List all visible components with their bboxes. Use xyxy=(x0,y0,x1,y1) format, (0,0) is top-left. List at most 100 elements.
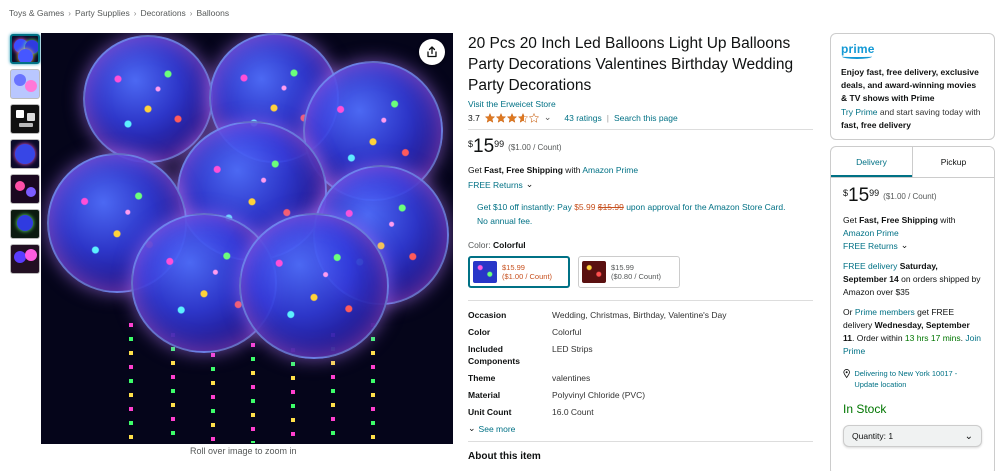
breadcrumb-toys-games[interactable]: Toys & Games xyxy=(9,8,64,18)
spec-value: 16.0 Count xyxy=(552,407,594,417)
breadcrumb-balloons[interactable]: Balloons xyxy=(196,8,229,18)
search-page-link[interactable]: Search this page xyxy=(614,113,678,123)
promo-text: upon approval for the Amazon Store Card. xyxy=(623,202,786,212)
spec-value: LED Strips xyxy=(552,344,593,354)
main-product-image[interactable] xyxy=(41,33,453,444)
store-link[interactable]: Visit the Erweicet Store xyxy=(468,99,813,109)
swatch-unit-price: ($1.00 / Count) xyxy=(502,272,553,281)
product-details: 20 Pcs 20 Inch Led Balloons Light Up Bal… xyxy=(468,33,813,462)
star-empty-icon xyxy=(528,112,539,123)
color-label-text: Color: xyxy=(468,240,494,250)
prime-delivery-text: . Order within xyxy=(852,333,905,343)
store-card-promo[interactable]: Get $10 off instantly: Pay $5.99 $15.99 … xyxy=(477,200,813,228)
free-returns[interactable]: FREE Returns ⌄ xyxy=(468,179,813,190)
spec-key: Occasion xyxy=(468,310,507,320)
promo-old-price: $15.99 xyxy=(597,202,624,212)
price-per-unit: ($1.00 / Count) xyxy=(883,192,937,201)
delivery-location[interactable]: Delivering to New York 10017 - Update lo… xyxy=(843,368,982,390)
thumbnail-2[interactable] xyxy=(10,69,40,99)
zoom-hint: Roll over image to zoom in xyxy=(190,446,297,456)
free-returns-link[interactable]: FREE Returns xyxy=(843,241,898,251)
color-label: Color: Colorful xyxy=(468,240,813,250)
spec-row: Material Polyvinyl Chloride (PVC) xyxy=(468,389,813,401)
tab-delivery[interactable]: Delivery xyxy=(831,147,912,177)
spec-value: Wedding, Christmas, Birthday, Valentine'… xyxy=(552,310,727,320)
try-prime-link[interactable]: Try Prime xyxy=(841,107,878,117)
share-icon xyxy=(427,46,437,58)
amazon-prime-link[interactable]: Amazon Prime xyxy=(843,228,899,238)
spec-row: Color Colorful xyxy=(468,326,813,338)
price-fraction: 99 xyxy=(869,188,880,198)
swatch-price: $15.99 xyxy=(502,263,525,272)
see-more-link[interactable]: See more xyxy=(479,424,516,434)
breadcrumb-separator: › xyxy=(189,8,193,18)
prime-delivery-text: Or xyxy=(843,307,855,317)
breadcrumb-separator: › xyxy=(68,8,71,18)
shipping-prefix: Get xyxy=(468,165,485,175)
free-delivery-link[interactable]: FREE delivery xyxy=(843,261,897,271)
thumbnail-3[interactable] xyxy=(10,104,40,134)
spec-key: Theme xyxy=(468,373,496,383)
rating-row: 3.7 ⌄ 43 ratings | Search this page xyxy=(468,112,813,123)
prime-logo: prime xyxy=(841,42,875,59)
promo-text: No annual fee. xyxy=(477,216,533,226)
breadcrumb: Toys & Games › Party Supplies › Decorati… xyxy=(9,8,229,18)
ratings-count-link[interactable]: 43 ratings xyxy=(564,113,601,123)
shipping-bold: Fast, Free Shipping xyxy=(484,165,563,175)
buy-box: Delivery Pickup $ 15 99 ($1.00 / Count) … xyxy=(830,146,995,471)
right-column: prime Enjoy fast, free delivery, exclusi… xyxy=(830,33,995,471)
star-full-icon xyxy=(484,112,495,123)
order-countdown: 13 hrs 17 mins xyxy=(904,333,961,343)
price-per-unit: ($1.00 / Count) xyxy=(508,143,562,152)
prime-body-text: and start saving today with xyxy=(877,107,981,117)
stock-status: In Stock xyxy=(843,402,887,416)
thumbnail-6[interactable] xyxy=(10,209,40,239)
chevron-down-icon: ⌄ xyxy=(525,179,534,189)
product-specs: Occasion Wedding, Christmas, Birthday, Va… xyxy=(468,300,813,418)
shipping-bold: Fast, Free Shipping xyxy=(859,215,938,225)
about-heading: About this item xyxy=(468,451,541,462)
divider xyxy=(468,441,813,442)
prime-headline: Enjoy fast, free delivery, exclusive dea… xyxy=(841,67,979,103)
delivery-location-text[interactable]: Delivering to New York 10017 - Update lo… xyxy=(854,368,982,390)
free-returns[interactable]: FREE Returns ⌄ xyxy=(843,240,982,251)
swatch-unit-price: ($0.80 / Count) xyxy=(611,272,662,281)
chevron-down-icon[interactable]: ⌄ xyxy=(544,112,552,123)
swatch-image xyxy=(473,261,497,283)
see-more-toggle[interactable]: ⌄ See more xyxy=(468,423,813,434)
separator: | xyxy=(606,112,609,123)
led-string xyxy=(251,343,255,443)
product-title: 20 Pcs 20 Inch Led Balloons Light Up Bal… xyxy=(468,35,794,94)
thumbnail-7[interactable] xyxy=(10,244,40,274)
share-button[interactable] xyxy=(419,39,445,65)
thumbnail-5[interactable] xyxy=(10,174,40,204)
swatch-colorful[interactable]: $15.99 ($1.00 / Count) xyxy=(468,256,570,288)
divider xyxy=(468,129,813,130)
shipping-info: Get Fast, Free Shipping with Amazon Prim… xyxy=(468,165,813,175)
thumbnail-1[interactable] xyxy=(10,34,40,64)
thumbnail-4[interactable] xyxy=(10,139,40,169)
price-whole: 15 xyxy=(473,136,495,157)
free-returns-link[interactable]: FREE Returns xyxy=(468,180,523,190)
spec-value: Polyvinyl Chloride (PVC) xyxy=(552,390,646,400)
tab-pickup[interactable]: Pickup xyxy=(912,147,994,177)
prime-promo-box[interactable]: prime Enjoy fast, free delivery, exclusi… xyxy=(830,33,995,140)
spec-key: Color xyxy=(468,327,491,337)
prime-members-link[interactable]: Prime members xyxy=(855,307,915,317)
spec-row: Theme valentines xyxy=(468,372,813,384)
amazon-prime-link[interactable]: Amazon Prime xyxy=(582,165,638,175)
led-string xyxy=(371,323,375,443)
prime-body: Try Prime and start saving today with fa… xyxy=(841,106,984,132)
buy-box-price: $ 15 99 ($1.00 / Count) xyxy=(843,186,982,206)
rating-value: 3.7 xyxy=(468,112,480,123)
quantity-select[interactable]: Quantity: 1 ⌄ xyxy=(843,425,982,447)
color-swatches: $15.99 ($1.00 / Count) $15.99 ($0.80 / C… xyxy=(468,256,813,288)
prime-delivery-info: Or Prime members get FREE delivery Wedne… xyxy=(843,307,981,356)
swatch-option-2[interactable]: $15.99 ($0.80 / Count) xyxy=(578,256,680,288)
star-rating[interactable] xyxy=(484,112,539,123)
chevron-down-icon: ⌄ xyxy=(900,240,909,250)
breadcrumb-party-supplies[interactable]: Party Supplies xyxy=(75,8,130,18)
breadcrumb-decorations[interactable]: Decorations xyxy=(140,8,185,18)
star-full-icon xyxy=(506,112,517,123)
led-string xyxy=(171,333,175,443)
